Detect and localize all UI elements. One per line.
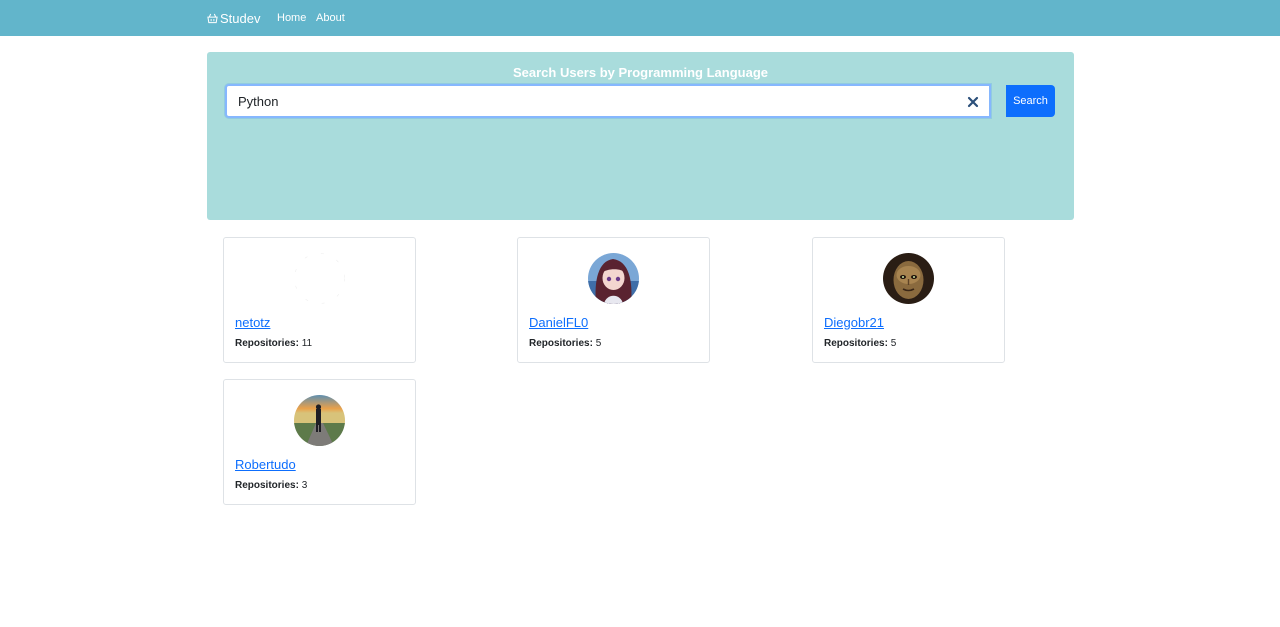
repo-count-label: Repositories: <box>235 338 299 349</box>
avatar <box>294 395 345 446</box>
navbar: Studev Home About <box>0 0 1280 36</box>
repo-count-value: 5 <box>595 338 602 349</box>
search-panel: Search Users by Programming Language Sea… <box>207 52 1074 220</box>
nav-link-home[interactable]: Home <box>277 11 306 25</box>
user-link[interactable]: Robertudo <box>235 457 296 472</box>
avatar <box>588 253 639 304</box>
search-button[interactable]: Search <box>1006 85 1055 117</box>
user-card: netotz Repositories: 11 <box>223 237 416 363</box>
brand-label: Studev <box>220 10 261 26</box>
repo-count-value: 3 <box>301 480 308 491</box>
user-link[interactable]: netotz <box>235 315 270 330</box>
user-card: Robertudo Repositories: 3 <box>223 379 416 505</box>
repo-count: Repositories: 5 <box>529 338 601 349</box>
search-field[interactable] <box>225 84 991 118</box>
user-link[interactable]: DanielFL0 <box>529 315 588 330</box>
user-card: DanielFL0 Repositories: 5 <box>517 237 710 363</box>
search-input[interactable] <box>227 86 967 116</box>
repo-count-label: Repositories: <box>235 480 299 491</box>
repo-count-value: 11 <box>301 338 313 349</box>
avatar <box>294 253 345 304</box>
brand-link[interactable]: Studev <box>207 10 260 26</box>
user-card: Diegobr21 Repositories: 5 <box>812 237 1005 363</box>
avatar <box>883 253 934 304</box>
repo-count: Repositories: 5 <box>824 338 896 349</box>
repo-count-label: Repositories: <box>529 338 593 349</box>
close-icon[interactable] <box>967 95 979 108</box>
repo-count: Repositories: 3 <box>235 480 307 491</box>
repo-count-label: Repositories: <box>824 338 888 349</box>
basket-icon <box>207 13 220 24</box>
user-link[interactable]: Diegobr21 <box>824 315 884 330</box>
repo-count-value: 5 <box>890 338 897 349</box>
search-title: Search Users by Programming Language <box>512 65 769 80</box>
nav-link-about[interactable]: About <box>316 11 345 25</box>
repo-count: Repositories: 11 <box>235 338 312 349</box>
